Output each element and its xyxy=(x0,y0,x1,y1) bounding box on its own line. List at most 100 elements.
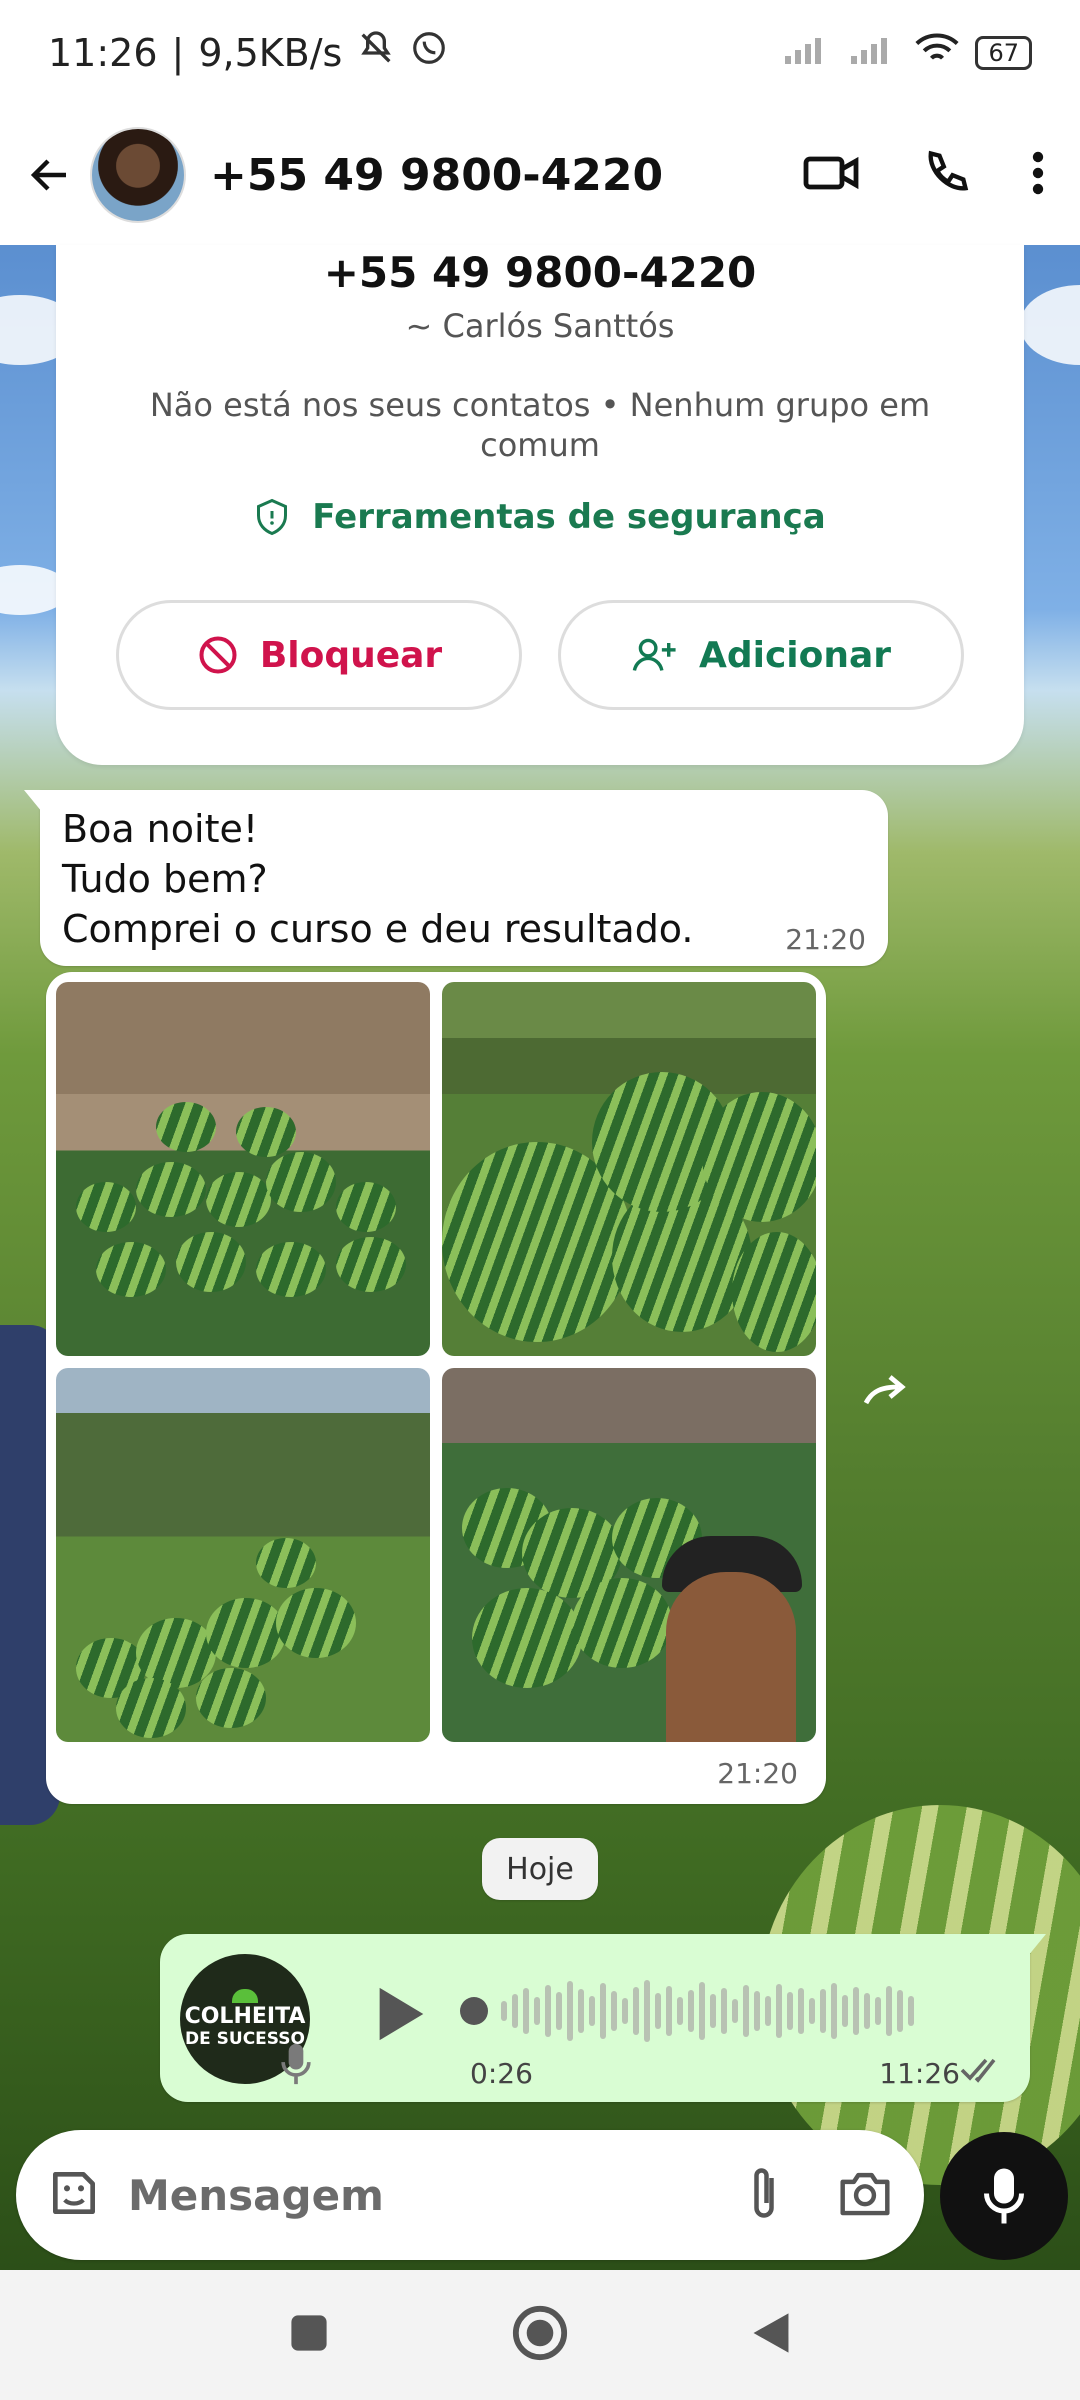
audio-waveform[interactable] xyxy=(460,1976,1000,2046)
waveform-bar xyxy=(589,1996,595,2026)
waveform-bar xyxy=(501,2001,507,2021)
home-button[interactable] xyxy=(511,2304,569,2366)
chat-header: +55 49 9800-4220 xyxy=(0,105,1080,245)
attach-button[interactable] xyxy=(744,2163,784,2227)
record-voice-button[interactable] xyxy=(940,2132,1068,2260)
add-contact-button[interactable]: Adicionar xyxy=(558,600,964,710)
back-nav-button[interactable] xyxy=(749,2309,793,2361)
recents-button[interactable] xyxy=(287,2311,331,2359)
square-icon xyxy=(291,2315,327,2351)
security-tools-link[interactable]: Ferramentas de segurança xyxy=(56,497,1024,537)
waveform-bar xyxy=(611,1991,617,2031)
mic-icon xyxy=(278,2042,314,2090)
outgoing-voice-message[interactable]: COLHEITA DE SUCESSO 0:26 11:26 xyxy=(160,1934,1046,2102)
signal-icon xyxy=(783,31,833,75)
signal-icon-2 xyxy=(849,31,899,75)
waveform-bar xyxy=(798,1988,804,2034)
waveform-bar xyxy=(886,1986,892,2036)
arrow-left-icon xyxy=(30,159,66,191)
shield-icon xyxy=(257,498,288,536)
waveform-bar xyxy=(578,1989,584,2033)
security-label: Ferramentas de segurança xyxy=(312,497,826,537)
waveform-bar xyxy=(512,1994,518,2028)
playback-handle[interactable] xyxy=(460,1997,488,2025)
waveform-bar xyxy=(875,1997,881,2025)
more-options-button[interactable] xyxy=(1030,147,1046,203)
waveform-bar xyxy=(809,1998,815,2024)
voice-duration: 0:26 xyxy=(470,2057,533,2090)
waveform-bar xyxy=(567,1981,573,2041)
album-photo[interactable] xyxy=(442,1368,816,1742)
waveform-bar xyxy=(534,1997,540,2025)
block-button[interactable]: Bloquear xyxy=(116,600,522,710)
video-camera-icon xyxy=(803,156,859,190)
message-line: Tudo bem? xyxy=(62,857,268,901)
waveform-bar xyxy=(699,1982,705,2040)
system-nav-bar xyxy=(0,2270,1080,2400)
triangle-back-icon xyxy=(753,2313,789,2353)
video-call-button[interactable] xyxy=(802,147,862,203)
sticker-button[interactable] xyxy=(46,2165,102,2225)
date-divider: Hoje xyxy=(482,1838,598,1900)
waveform-bar xyxy=(908,1996,914,2026)
paperclip-icon xyxy=(754,2168,774,2218)
battery-indicator: 67 xyxy=(975,35,1032,70)
info-name: ~ Carlós Santtós xyxy=(405,307,675,345)
waveform-bar xyxy=(556,1992,562,2030)
waveform-bar xyxy=(666,1986,672,2036)
add-label: Adicionar xyxy=(698,634,892,676)
contact-title[interactable]: +55 49 9800-4220 xyxy=(210,150,663,201)
message-time: 11:26 xyxy=(879,2057,960,2090)
status-separator: | xyxy=(171,30,185,75)
network-speed: 9,5KB/s xyxy=(198,30,343,75)
forward-button[interactable] xyxy=(860,1366,920,1416)
waveform-bar xyxy=(776,1984,782,2038)
incoming-message[interactable]: Boa noite! Tudo bem? Comprei o curso e d… xyxy=(24,790,888,966)
sticker-icon xyxy=(53,2172,95,2214)
camera-button[interactable] xyxy=(836,2168,894,2222)
circle-icon xyxy=(512,2305,568,2361)
info-meta: Não está nos seus contatos • Nenhum grup… xyxy=(149,386,931,464)
waveform-bar xyxy=(831,1983,837,2039)
waveform-bar xyxy=(743,1985,749,2037)
block-label: Bloquear xyxy=(259,634,443,676)
album-photo[interactable] xyxy=(56,1368,430,1742)
waveform-bar xyxy=(787,1992,793,2030)
waveform-bar xyxy=(853,1987,859,2035)
play-button[interactable] xyxy=(370,1982,430,2050)
info-phone: +55 49 9800-4220 xyxy=(323,248,757,297)
message-line: Comprei o curso e deu resultado. xyxy=(62,907,694,951)
forward-icon xyxy=(863,1375,906,1405)
message-composer: Mensagem xyxy=(16,2130,924,2260)
voice-call-button[interactable] xyxy=(920,147,972,203)
status-bar: 11:26 | 9,5KB/s 67 xyxy=(0,0,1080,105)
phone-icon xyxy=(928,150,969,191)
waveform-bar xyxy=(545,1985,551,2037)
incoming-photo-album[interactable]: 21:20 xyxy=(46,972,826,1804)
waveform-bar xyxy=(820,1989,826,2033)
album-photo[interactable] xyxy=(56,982,430,1356)
message-time: 21:20 xyxy=(785,923,866,956)
mute-notifications-icon xyxy=(356,28,396,77)
whatsapp-icon xyxy=(410,29,448,76)
add-person-icon xyxy=(632,638,676,671)
message-line: Boa noite! xyxy=(62,807,259,851)
waveform-bar xyxy=(622,1998,628,2024)
waveform-bar xyxy=(688,1990,694,2032)
back-button[interactable] xyxy=(20,145,80,205)
read-ticks-icon xyxy=(960,2056,1008,2088)
waveform-bar xyxy=(710,1994,716,2028)
contact-avatar[interactable] xyxy=(90,127,186,223)
waveform-bar xyxy=(600,1983,606,2039)
message-input[interactable]: Mensagem xyxy=(128,2171,384,2220)
waveform-bar xyxy=(633,1987,639,2035)
status-time: 11:26 xyxy=(48,30,158,75)
album-photo[interactable] xyxy=(442,982,816,1356)
waveform-bar xyxy=(765,1996,771,2026)
camera-icon xyxy=(840,2172,890,2216)
waveform-bar xyxy=(864,1993,870,2029)
waveform-bar xyxy=(721,1988,727,2034)
waveform-bar xyxy=(754,1991,760,2031)
waveform-bar xyxy=(677,1997,683,2025)
mic-icon xyxy=(984,2168,1024,2224)
